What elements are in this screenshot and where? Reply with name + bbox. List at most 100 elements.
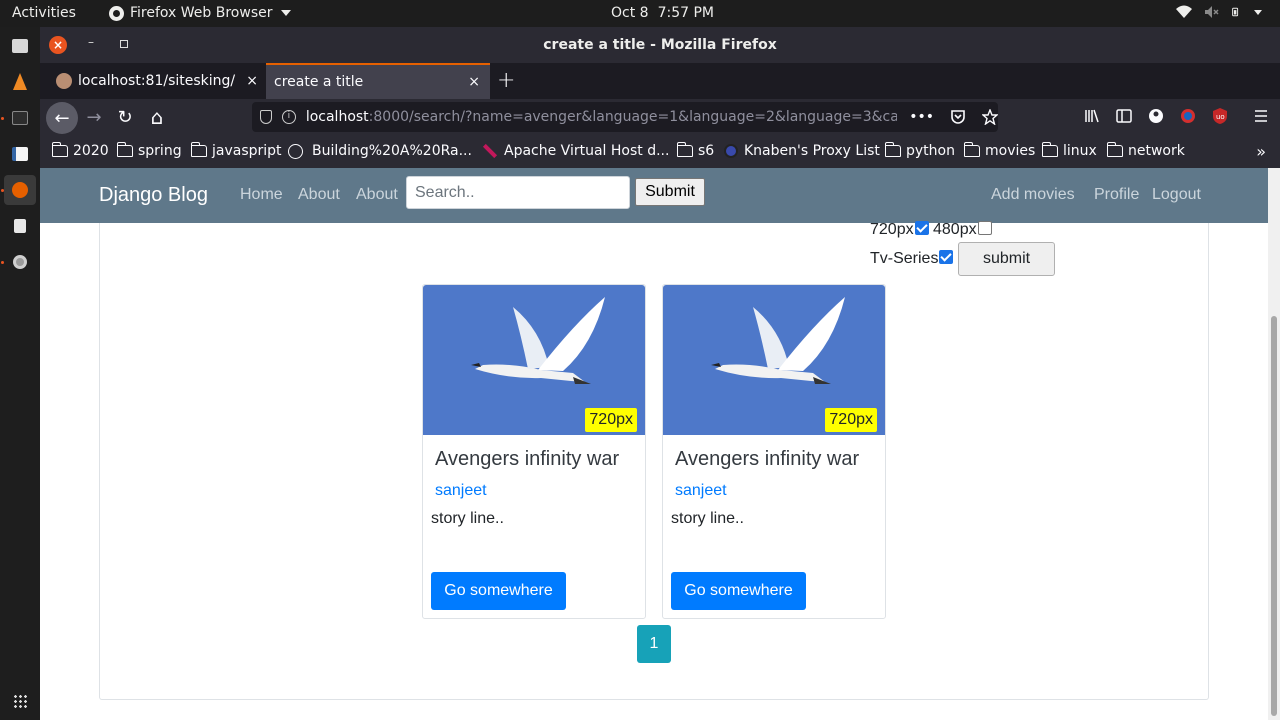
url-text[interactable]: localhost:8000/search/?name=avenger&lang… <box>306 109 897 125</box>
dock-disk-icon[interactable] <box>4 247 36 277</box>
filter-720px-label: 720px <box>870 221 914 238</box>
pagination-page-1[interactable]: 1 <box>637 625 671 663</box>
bookmark-folder-linux[interactable]: linux <box>1041 142 1097 159</box>
close-tab-icon[interactable]: × <box>246 73 258 89</box>
nav-link-profile[interactable]: Profile <box>1094 186 1139 204</box>
chevron-down-icon <box>280 10 291 16</box>
window-title: create a title - Mozilla Firefox <box>543 37 777 53</box>
bookmark-folder-network[interactable]: network <box>1106 142 1185 159</box>
movie-poster-image: 720px <box>663 285 885 435</box>
page-actions-icon[interactable]: ••• <box>909 109 934 125</box>
url-path: :8000/search/?name=avenger&language=1&la… <box>368 109 898 125</box>
bookmark-label: Apache Virtual Host d... <box>504 143 670 159</box>
go-somewhere-button[interactable]: Go somewhere <box>671 572 806 610</box>
bookmarks-overflow-icon[interactable]: » <box>1256 142 1266 161</box>
tab-sitesking[interactable]: localhost:81/sitesking/ × <box>48 63 266 99</box>
bookmark-label: Building%20A%20Ra... <box>312 143 472 159</box>
quality-badge: 720px <box>585 408 637 432</box>
bookmark-folder-movies[interactable]: movies <box>963 142 1035 159</box>
dock-firefox-icon[interactable] <box>4 175 36 205</box>
bookmark-label: network <box>1128 143 1185 159</box>
forward-button[interactable]: → <box>80 103 108 131</box>
filter-tv-series-checkbox[interactable] <box>939 250 953 264</box>
filter-480px-checkbox[interactable] <box>978 221 992 235</box>
activities-button[interactable]: Activities <box>12 5 76 21</box>
hamburger-menu-icon[interactable] <box>1253 108 1269 124</box>
pocket-icon[interactable] <box>950 109 966 125</box>
movie-author-link[interactable]: sanjeet <box>435 482 487 500</box>
new-tab-button[interactable]: + <box>497 68 515 93</box>
bookmark-folder-spring[interactable]: spring <box>116 142 182 159</box>
tracking-protection-icon[interactable] <box>260 110 272 124</box>
nav-link-about[interactable]: About <box>298 186 340 204</box>
show-apps-icon[interactable] <box>13 694 27 708</box>
bookmark-folder-s6[interactable]: s6 <box>676 142 714 159</box>
dock-terminal-icon[interactable] <box>4 103 36 133</box>
bookmark-apache[interactable]: Apache Virtual Host d... <box>482 143 669 159</box>
movie-title: Avengers infinity war <box>435 448 620 470</box>
url-bar[interactable]: i localhost:8000/search/?name=avenger&la… <box>252 102 998 132</box>
nav-link-logout[interactable]: Logout <box>1152 186 1201 204</box>
close-tab-icon[interactable]: × <box>468 74 480 90</box>
dock-editor-icon[interactable] <box>4 139 36 169</box>
ublock-icon[interactable]: uo <box>1212 108 1228 124</box>
tab-label: localhost:81/sitesking/ <box>78 73 236 89</box>
folder-icon <box>1041 142 1058 157</box>
chevron-down-icon <box>1254 9 1262 15</box>
dock-document-icon[interactable] <box>4 211 36 241</box>
page-scrollbar[interactable] <box>1268 168 1280 720</box>
nav-link-home[interactable]: Home <box>240 186 283 204</box>
bookmark-star-icon[interactable] <box>982 109 998 125</box>
movie-story: story line.. <box>431 510 504 527</box>
sidebar-icon[interactable] <box>1116 108 1132 124</box>
search-input[interactable] <box>406 176 630 209</box>
search-submit-button[interactable]: Submit <box>635 178 705 206</box>
reload-button[interactable]: ↻ <box>111 103 139 131</box>
extension-blocker-icon[interactable] <box>1180 108 1196 124</box>
svg-text:uo: uo <box>1216 113 1225 121</box>
filter-720px-checkbox[interactable] <box>915 221 929 235</box>
account-icon[interactable] <box>1148 108 1164 124</box>
bookmark-building[interactable]: Building%20A%20Ra... <box>288 143 472 159</box>
system-tray[interactable] <box>1176 5 1262 19</box>
quality-badge: 720px <box>825 408 877 432</box>
folder-icon <box>884 142 901 157</box>
navigation-toolbar: ← → ↻ ⌂ i localhost:8000/search/?name=av… <box>40 99 1280 136</box>
site-brand[interactable]: Django Blog <box>99 184 208 207</box>
movie-card: 720px Avengers infinity war sanjeet stor… <box>422 284 646 619</box>
nav-link-add-movies[interactable]: Add movies <box>991 186 1075 204</box>
folder-icon <box>116 142 133 157</box>
dock-vlc-icon[interactable] <box>4 67 36 97</box>
tab-create-a-title[interactable]: create a title × <box>266 63 490 99</box>
bookmark-label: python <box>906 143 955 159</box>
clock[interactable]: Oct 8 7:57 PM <box>611 5 714 21</box>
go-somewhere-button[interactable]: Go somewhere <box>431 572 566 610</box>
movie-author-link[interactable]: sanjeet <box>675 482 727 500</box>
back-button[interactable]: ← <box>46 102 78 134</box>
scrollbar-thumb[interactable] <box>1271 316 1277 716</box>
home-button[interactable]: ⌂ <box>143 103 171 131</box>
content-container: 720px 480px Tv-Series submit 720px Aveng… <box>99 221 1209 700</box>
globe-icon <box>288 143 303 159</box>
filter-480px-label: 480px <box>933 221 977 238</box>
site-icon <box>724 144 738 158</box>
web-page: Django Blog Home About About Submit Add … <box>40 168 1268 720</box>
folder-icon <box>51 142 68 157</box>
app-menu[interactable]: Firefox Web Browser <box>109 5 291 21</box>
site-info-icon[interactable]: i <box>281 110 296 124</box>
bookmark-label: javaspript <box>212 143 282 159</box>
bookmark-knaben[interactable]: Knaben's Proxy List <box>724 143 880 159</box>
clock-time: 7:57 PM <box>657 5 714 21</box>
bookmark-folder-2020[interactable]: 2020 <box>51 142 109 159</box>
bookmarks-toolbar: 2020 spring javaspript Building%20A%20Ra… <box>40 136 1280 168</box>
library-icon[interactable] <box>1084 108 1100 124</box>
bookmark-folder-python[interactable]: python <box>884 142 955 159</box>
movie-title: Avengers infinity war <box>675 448 860 470</box>
bookmark-folder-javaspript[interactable]: javaspript <box>190 142 282 159</box>
dock-files-icon[interactable] <box>4 31 36 61</box>
nav-link-about-2[interactable]: About <box>356 186 398 204</box>
firefox-icon <box>109 5 124 21</box>
filter-submit-button[interactable]: submit <box>958 242 1055 276</box>
app-menu-label: Firefox Web Browser <box>130 5 273 21</box>
folder-icon <box>1106 142 1123 157</box>
